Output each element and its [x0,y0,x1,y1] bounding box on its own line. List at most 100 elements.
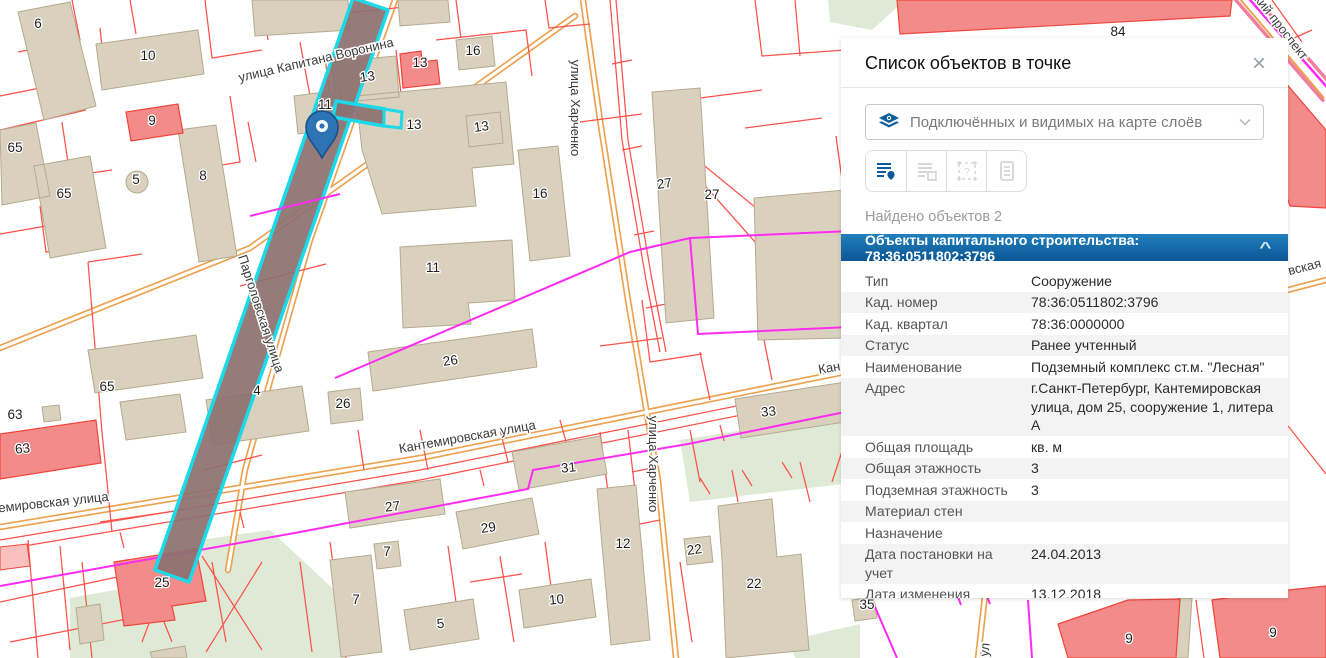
attribute-value: 24.04.2013 [1031,545,1276,582]
building-number-label: 9 [1125,631,1133,646]
attribute-row: Дата постановки на учет 24.04.2013 [841,544,1288,584]
building-number-label: 26 [335,396,350,411]
building-number-label: 29 [480,519,497,536]
attribute-label: Общая этажность [865,459,1031,478]
attribute-value: 78:36:0000000 [1031,315,1276,334]
attribute-row: Материал стен [841,501,1288,523]
attribute-value: г.Санкт-Петербург, Кантемировская улица,… [1031,379,1276,435]
building-number-label: 63 [7,407,22,422]
attribute-row: Дата изменения сведений в ГКН 13.12.2018 [841,584,1288,599]
building-number-label: 6 [34,16,42,31]
building-number-label: 65 [56,186,71,201]
panel-header: Список объектов в точке × [841,38,1288,88]
svg-text:?: ? [964,167,970,178]
attribute-label: Адрес [865,379,1031,435]
building-number-label: 25 [154,575,169,590]
attribute-row: Подземная этажность 3 [841,479,1288,501]
attribute-row: Кад. номер 78:36:0511802:3796 [841,292,1288,314]
attribute-label: Материал стен [865,502,1031,521]
building-number-label: 26 [442,352,459,369]
layer-filter-value: Подключённых и видимых на карте слоёв [910,114,1202,131]
attribute-value: 3 [1031,481,1276,500]
building-number-label: 11 [318,97,332,112]
attribute-label: Статус [865,336,1031,355]
results-count: Найдено объектов 2 [865,209,1264,225]
building-number-label: 16 [465,43,480,58]
chevron-down-icon [1239,118,1251,126]
object-group-header[interactable]: Объекты капитального строительства: 78:3… [841,234,1288,261]
app-window: улица Капитана Воронинаулица Харченкоули… [0,0,1326,658]
objects-at-point-button[interactable] [866,151,906,191]
building-number-label: 33 [760,403,777,419]
building-number-label: 22 [746,576,761,591]
street-label: ул [976,642,992,657]
attribute-value [1031,502,1276,521]
attribute-row: Общая этажность 3 [841,458,1288,480]
building-number-label: 7 [352,592,360,607]
object-group-title: Объекты капитального строительства: 78:3… [865,232,1261,264]
building-number-label: 12 [615,536,630,551]
building-number-label: 4 [253,383,261,398]
layer-filter-select[interactable]: Подключённых и видимых на карте слоёв [865,104,1264,140]
street-label: улица Харченко [568,60,583,156]
building-number-label: 5 [436,616,445,632]
building-number-label: 31 [560,459,577,475]
building-number-label: 11 [426,260,440,275]
attribute-row: Адрес г.Санкт-Петербург, Кантемировская … [841,378,1288,437]
chevron-up-icon: ^ [1259,239,1271,256]
building-number-label: 13 [406,117,421,132]
layers-icon [878,113,900,131]
building-number-label: 8 [199,168,207,183]
building-number-label: 13 [473,118,490,135]
report-button[interactable] [986,151,1026,191]
attribute-value: 3 [1031,459,1276,478]
attribute-label: Кад. квартал [865,315,1031,334]
building-number-label: 10 [140,48,155,63]
attribute-label: Дата постановки на учет [865,545,1031,582]
building-number-label: 16 [532,186,547,201]
building-number-label: 27 [656,175,673,192]
building-number-label: 65 [7,140,22,155]
close-icon[interactable]: × [1250,54,1268,74]
identify-area-button[interactable]: ? [946,151,986,191]
panel-body: Подключённых и видимых на карте слоёв [841,88,1288,225]
building-number-label: 5 [132,172,140,187]
building-number-label: 9 [148,113,156,128]
attribute-row: Тип Сооружение [841,270,1288,292]
attribute-value: Сооружение [1031,272,1276,291]
attribute-row: Наименование Подземный комплекс ст.м. "Л… [841,356,1288,378]
attribute-value: 13.12.2018 [1031,585,1276,598]
building-number-label: 84 [1110,24,1126,39]
building-number-label: 22 [686,541,703,558]
building-number-label: 27 [704,187,719,202]
building-number-label: 9 [1269,625,1277,640]
identify-toolbar: ? [865,150,1027,192]
attribute-label: Общая площадь [865,438,1031,457]
building-number-label: 35 [859,597,874,612]
attribute-value: Ранее учтенный [1031,336,1276,355]
attribute-value: кв. м [1031,438,1276,457]
objects-in-rect-button[interactable] [906,151,946,191]
attribute-label: Наименование [865,358,1031,377]
attribute-value: Подземный комплекс ст.м. "Лесная" [1031,358,1276,377]
attribute-label: Назначение [865,524,1031,543]
attribute-label: Дата изменения сведений в ГКН [865,585,1031,598]
building-number-label: 7 [383,544,391,559]
building-number-label: 10 [548,591,565,607]
street-label: улица Харченко [646,416,661,512]
building-number-label: 27 [384,498,401,514]
objects-panel: Список объектов в точке × Подключённых и… [841,38,1288,598]
building-number-label: 13 [412,55,427,70]
attribute-row: Назначение [841,522,1288,544]
building-number-label: 63 [14,440,31,456]
building-number-label: 13 [359,68,376,85]
building-number-label: 65 [99,379,114,394]
attribute-row: Статус Ранее учтенный [841,335,1288,357]
attribute-label: Кад. номер [865,293,1031,312]
attribute-row: Кад. квартал 78:36:0000000 [841,313,1288,335]
panel-title: Список объектов в точке [865,53,1071,74]
attribute-value [1031,524,1276,543]
attribute-label: Подземная этажность [865,481,1031,500]
attribute-value: 78:36:0511802:3796 [1031,293,1276,312]
attribute-label: Тип [865,272,1031,291]
